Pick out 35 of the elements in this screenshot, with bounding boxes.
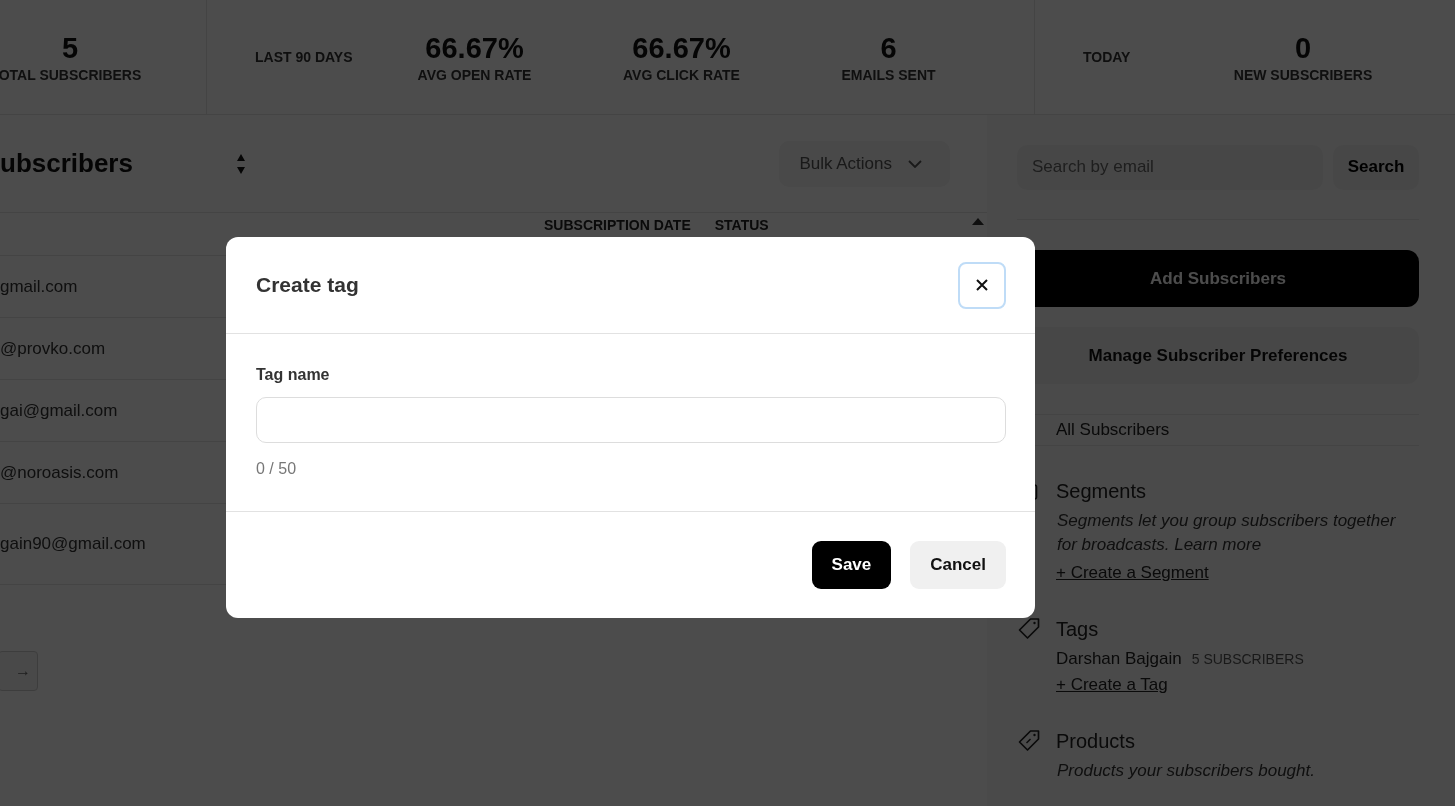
- stat-label: EMAILS SENT: [841, 66, 936, 83]
- field-label: Tag name: [256, 366, 331, 384]
- period-label: LAST 90 DAYS: [255, 49, 354, 65]
- learn-more-link[interactable]: Learn more: [1174, 535, 1262, 554]
- stat-value: 0: [1294, 31, 1312, 65]
- stat-value: 66.67%: [632, 31, 731, 65]
- section-description: Products your subscribers bought.: [1057, 760, 1316, 782]
- close-button[interactable]: [958, 261, 1006, 309]
- column-header: STATUS: [714, 217, 769, 235]
- page-title: ubscribers: [0, 148, 134, 179]
- stat-label: NEW SUBSCRIBERS: [1233, 66, 1373, 83]
- stat-label: AVG CLICK RATE: [623, 66, 740, 83]
- subscriber-email[interactable]: gai@gmail.com: [0, 400, 118, 421]
- tag-name[interactable]: Darshan Bajgain: [1056, 649, 1182, 669]
- close-icon: [976, 279, 988, 291]
- subscriber-email[interactable]: gmail.com: [0, 276, 78, 297]
- character-counter: 0 / 50: [256, 460, 298, 478]
- subscriber-email[interactable]: @provko.com: [0, 338, 106, 359]
- subscriber-email[interactable]: gain90@gmail.com: [0, 534, 146, 554]
- all-subscribers-link[interactable]: All Subscribers: [1056, 420, 1170, 439]
- section-title: Tags: [1056, 617, 1099, 641]
- stat-value: 6: [880, 31, 897, 65]
- cancel-button[interactable]: Cancel: [910, 541, 1006, 589]
- period-label: TODAY: [1083, 49, 1132, 65]
- section-title: Segments: [1056, 480, 1147, 503]
- save-button[interactable]: Save: [811, 541, 892, 589]
- tag-name-field[interactable]: [256, 397, 1006, 443]
- stat-label: OTAL SUBSCRIBERS: [0, 66, 142, 83]
- subscriber-email[interactable]: @noroasis.com: [0, 462, 119, 483]
- stat-value: 5: [61, 31, 79, 65]
- section-title: Products: [1056, 729, 1135, 753]
- dialog-title: Create tag: [256, 273, 359, 297]
- column-header: SUBSCRIPTION DATE: [544, 217, 691, 235]
- stat-value: 66.67%: [425, 31, 524, 65]
- stat-label: AVG OPEN RATE: [417, 66, 532, 83]
